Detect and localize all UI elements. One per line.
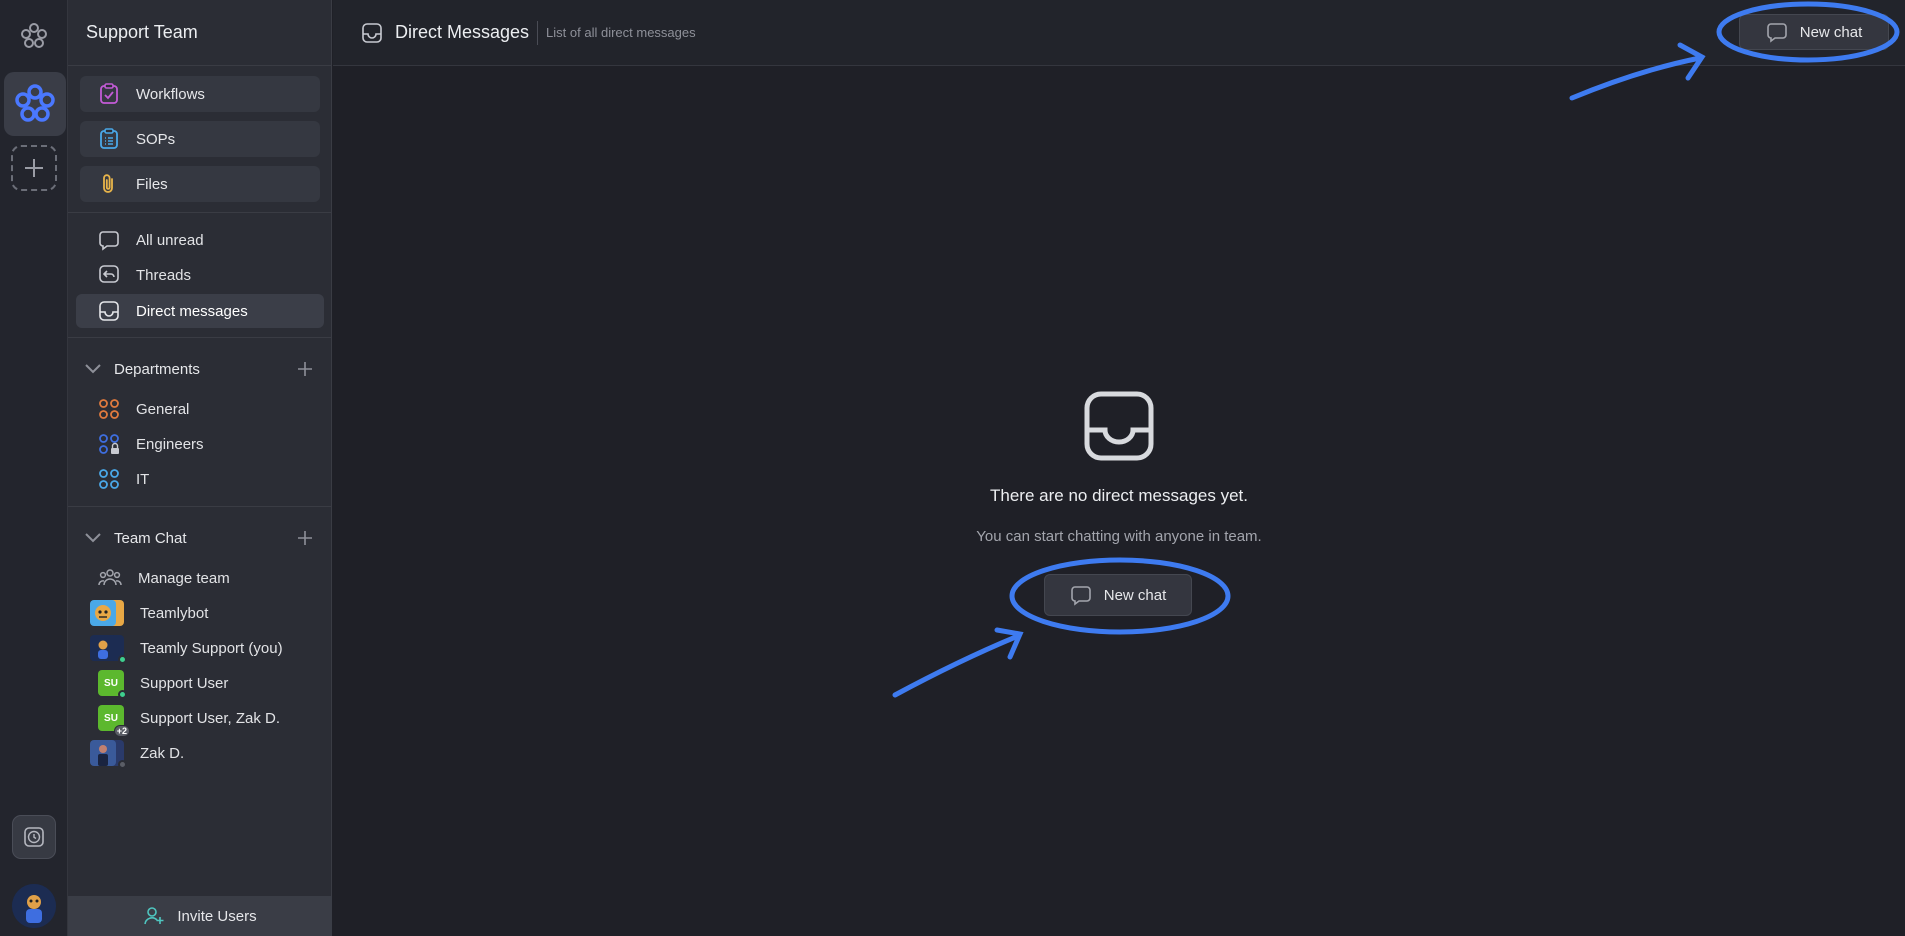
new-chat-label: New chat — [1103, 586, 1167, 604]
clipboard-check-icon — [100, 83, 118, 104]
people-group-icon — [98, 569, 122, 586]
empty-state-subtitle: You can start chatting with anyone in te… — [976, 528, 1262, 545]
chat-support-user[interactable]: SU Support User — [76, 666, 324, 700]
add-user-icon — [144, 907, 164, 925]
chat-zak-d[interactable]: Zak D. — [76, 736, 324, 770]
department-it[interactable]: IT — [76, 462, 324, 496]
chat-bubble-icon — [1070, 586, 1091, 606]
chat-teamly-support[interactable]: Teamly Support (you) — [76, 631, 324, 665]
sidebar: Support Team Workflows SOPs Files All un… — [68, 0, 332, 936]
team-chat-label: Manage team — [138, 569, 230, 587]
chevron-down-icon — [85, 533, 101, 543]
teamlybot-avatar — [90, 600, 124, 626]
channel-grid-icon — [99, 399, 119, 419]
department-label: IT — [136, 470, 150, 488]
nav-label: All unread — [136, 231, 204, 249]
chevron-down-icon — [85, 364, 101, 374]
offline-status-dot — [118, 760, 127, 769]
add-department-plus-icon[interactable] — [296, 360, 314, 378]
clock-icon — [24, 827, 44, 847]
team-chat-label: Support User — [140, 674, 229, 692]
online-status-dot — [118, 655, 127, 664]
team-chat-label: Zak D. — [140, 744, 185, 762]
nav-all-unread[interactable]: All unread — [76, 223, 324, 257]
empty-state-title: There are no direct messages yet. — [990, 486, 1248, 505]
history-button[interactable] — [12, 815, 56, 859]
page-subtitle: List of all direct messages — [546, 25, 696, 40]
plus-icon — [25, 159, 43, 177]
team-chat-label: Teamly Support (you) — [140, 639, 283, 657]
team-chat-label: Support User, Zak D. — [140, 709, 281, 727]
divider — [68, 506, 332, 507]
inbox-icon — [99, 301, 119, 321]
nav-label: Threads — [136, 266, 192, 284]
clipboard-list-icon — [100, 128, 118, 149]
departments-title: Departments — [114, 360, 200, 378]
zak-avatar — [90, 740, 127, 769]
workspace-rail — [0, 0, 68, 936]
empty-state: There are no direct messages yet. You ca… — [333, 390, 1905, 545]
files-button[interactable]: Files — [80, 166, 320, 202]
files-label: Files — [136, 175, 168, 193]
page-title: Direct Messages — [395, 22, 530, 42]
inbox-icon — [362, 22, 382, 43]
group-avatar: SU +2 — [98, 705, 130, 737]
team-name[interactable]: Support Team — [68, 0, 331, 66]
app-window: Support Team Workflows SOPs Files All un… — [0, 0, 1905, 936]
invite-users-label: Invite Users — [177, 907, 257, 925]
manage-team-item[interactable]: Manage team — [76, 561, 324, 595]
nav-threads[interactable]: Threads — [76, 258, 324, 292]
main-panel: Direct Messages List of all direct messa… — [333, 0, 1905, 936]
avatar-initials: SU — [104, 712, 118, 724]
page-header: Direct Messages List of all direct messa… — [333, 0, 1905, 66]
add-chat-plus-icon[interactable] — [296, 529, 314, 547]
support-user-avatar: SU — [98, 670, 127, 699]
chat-group-support-zak[interactable]: SU +2 Support User, Zak D. — [76, 701, 324, 737]
chat-teamlybot[interactable]: Teamlybot — [76, 596, 324, 630]
department-label: General — [136, 400, 190, 418]
avatar-initials: SU — [104, 677, 118, 689]
new-chat-header-button[interactable]: New chat — [1739, 14, 1889, 50]
invite-users-button[interactable]: Invite Users — [68, 896, 332, 936]
team-chat-label: Teamlybot — [140, 604, 209, 622]
department-label: Engineers — [136, 435, 204, 453]
new-chat-label: New chat — [1799, 23, 1863, 41]
workflows-label: Workflows — [136, 85, 205, 103]
workflows-button[interactable]: Workflows — [80, 76, 320, 112]
team-chat-section-header[interactable]: Team Chat — [78, 523, 322, 553]
teamly-logo-icon[interactable] — [8, 10, 60, 62]
channel-grid-icon — [99, 469, 119, 489]
sops-button[interactable]: SOPs — [80, 121, 320, 157]
sops-label: SOPs — [136, 130, 176, 148]
department-engineers[interactable]: Engineers — [76, 427, 324, 461]
workspace-support-team[interactable] — [4, 72, 66, 136]
paperclip-icon — [103, 174, 113, 193]
user-avatar[interactable] — [12, 884, 56, 928]
divider — [68, 212, 332, 213]
chat-bubble-icon — [1766, 23, 1787, 43]
departments-section-header[interactable]: Departments — [78, 354, 322, 384]
header-separator — [537, 20, 539, 45]
nav-label: Direct messages — [136, 302, 248, 320]
online-status-dot — [118, 690, 127, 699]
reply-icon — [99, 265, 119, 283]
teamly-support-avatar — [90, 635, 127, 664]
new-chat-button[interactable]: New chat — [1044, 574, 1192, 616]
chat-bubble-icon — [99, 231, 119, 251]
add-workspace-button[interactable] — [11, 145, 57, 191]
inbox-icon — [1083, 390, 1155, 462]
nav-direct-messages[interactable]: Direct messages — [76, 294, 324, 328]
divider — [68, 337, 332, 338]
team-chat-title: Team Chat — [114, 529, 187, 547]
channel-lock-icon — [99, 434, 119, 454]
department-general[interactable]: General — [76, 392, 324, 426]
